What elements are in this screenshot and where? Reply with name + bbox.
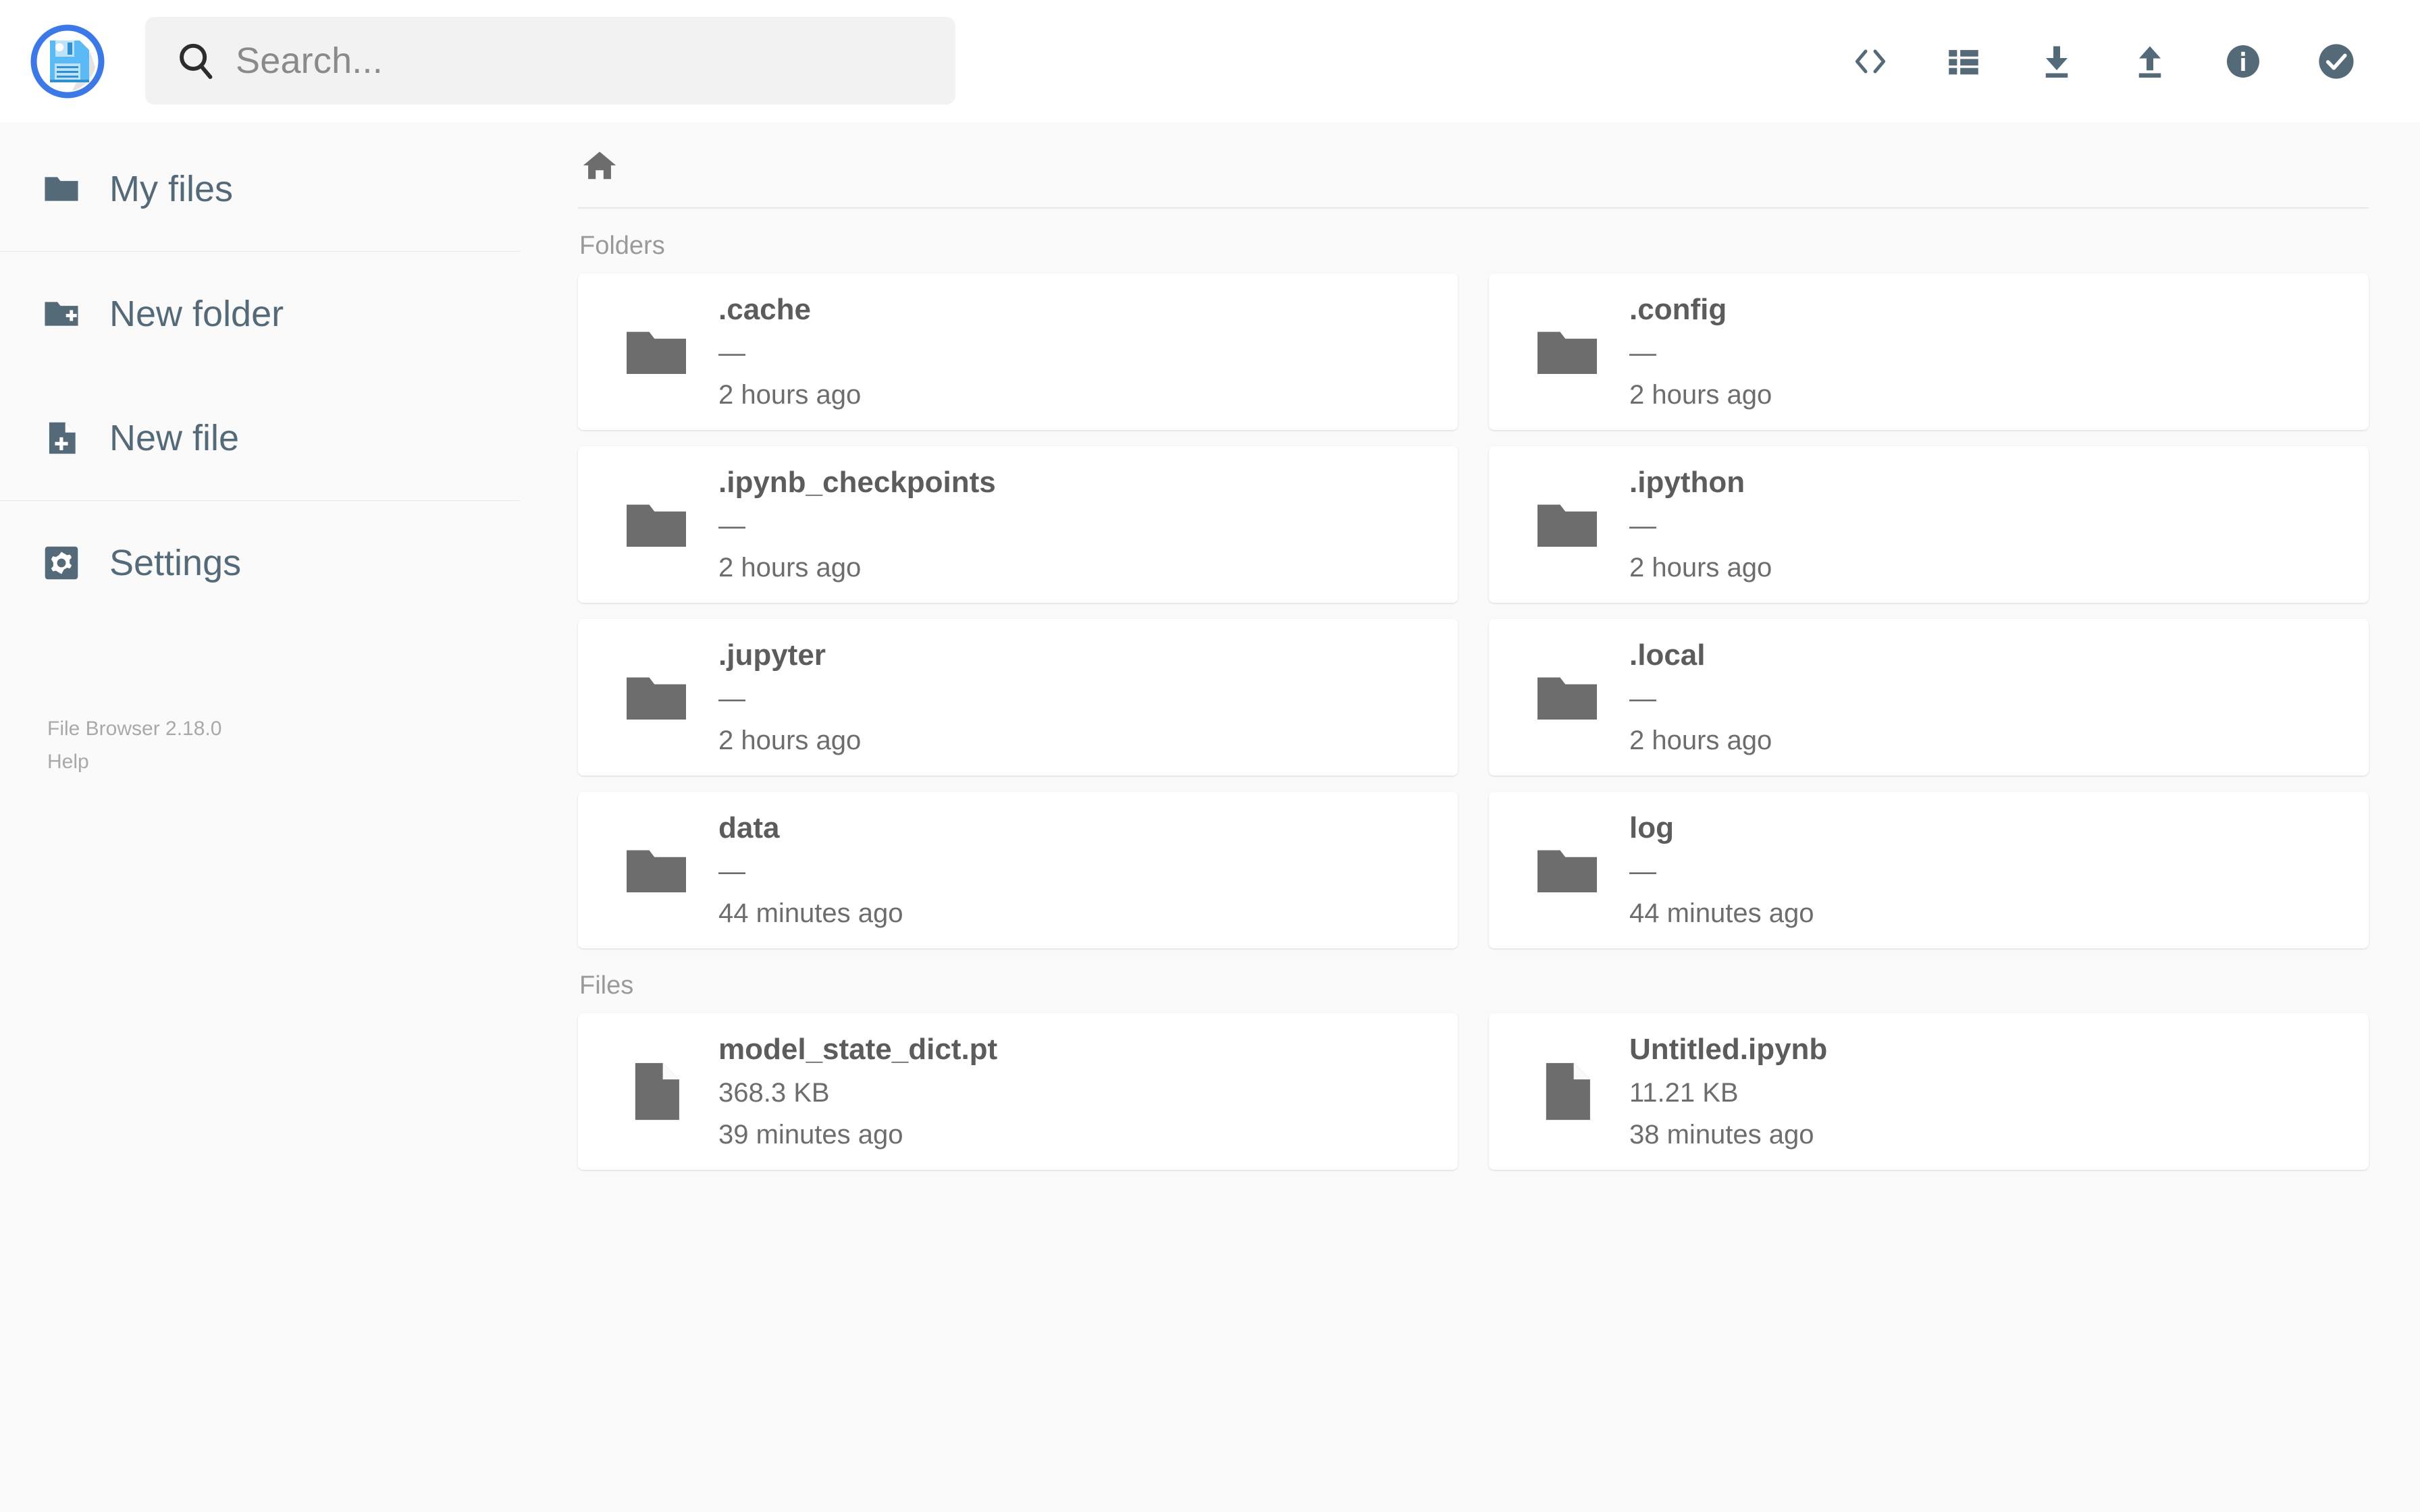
file-name: model_state_dict.pt <box>718 1033 998 1066</box>
folder-icon <box>1527 484 1608 565</box>
folder-card[interactable]: log — 44 minutes ago <box>1489 792 2369 948</box>
header-actions <box>1849 28 2358 95</box>
folder-name: .ipynb_checkpoints <box>718 466 996 499</box>
sidebar-item-new-file[interactable]: New file <box>0 376 520 500</box>
select-multiple-button[interactable] <box>2315 40 2358 83</box>
folder-plus-icon <box>39 292 84 336</box>
folder-size: — <box>718 684 745 713</box>
folder-name: data <box>718 811 780 844</box>
sidebar-item-my-files[interactable]: My files <box>0 127 520 251</box>
file-plus-icon <box>39 416 84 460</box>
floppy-disk-save-icon <box>28 22 107 101</box>
upload-button[interactable] <box>2128 40 2172 83</box>
download-button[interactable] <box>2035 40 2078 83</box>
folders-grid: .cache — 2 hours ago .config — 2 hours a… <box>578 273 2369 948</box>
folder-size: — <box>1629 684 1656 713</box>
sidebar-item-label: My files <box>109 169 234 209</box>
folder-icon <box>616 311 697 392</box>
folder-icon <box>616 484 697 565</box>
folder-name: log <box>1629 811 1674 844</box>
folder-name: .config <box>1629 293 1727 326</box>
sidebar-group-create: New folder New file <box>0 252 520 500</box>
folder-card[interactable]: .jupyter — 2 hours ago <box>578 619 1458 776</box>
file-size: 11.21 KB <box>1629 1078 1739 1108</box>
sidebar-version: File Browser 2.18.0 <box>47 718 222 740</box>
file-time: 39 minutes ago <box>718 1120 903 1150</box>
home-icon[interactable] <box>579 145 620 186</box>
sidebar-group-files: My files <box>0 127 520 251</box>
folder-size: — <box>718 338 745 368</box>
folder-icon <box>616 657 697 738</box>
main-content: Folders .cache — 2 hours ago .config — 2… <box>520 123 2420 1512</box>
folder-card[interactable]: .cache — 2 hours ago <box>578 273 1458 430</box>
folder-size: — <box>1629 511 1656 541</box>
app-header: Search... <box>0 0 2420 123</box>
folder-time: 44 minutes ago <box>718 898 903 928</box>
sidebar-item-label: New file <box>109 418 240 458</box>
folders-section-title: Folders <box>579 232 665 260</box>
folder-card[interactable]: .ipynb_checkpoints — 2 hours ago <box>578 446 1458 603</box>
folder-card[interactable]: .config — 2 hours ago <box>1489 273 2369 430</box>
folder-time: 2 hours ago <box>1629 380 1772 410</box>
file-time: 38 minutes ago <box>1629 1120 1814 1150</box>
folder-time: 2 hours ago <box>1629 726 1772 755</box>
file-size: 368.3 KB <box>718 1078 830 1108</box>
sidebar-help-link[interactable]: Help <box>47 746 89 779</box>
folder-icon <box>39 167 84 211</box>
list-view-icon <box>1944 42 1983 81</box>
folder-name: .local <box>1629 639 1706 672</box>
shell-button[interactable] <box>1849 40 1892 83</box>
search-placeholder: Search... <box>236 40 383 81</box>
folder-time: 2 hours ago <box>718 726 862 755</box>
folder-time: 2 hours ago <box>718 553 862 583</box>
sidebar-group-settings: Settings <box>0 501 520 625</box>
folder-time: 44 minutes ago <box>1629 898 1814 928</box>
search-input[interactable]: Search... <box>145 17 955 105</box>
files-section-title: Files <box>579 971 634 1000</box>
file-icon <box>616 1051 697 1132</box>
file-card[interactable]: model_state_dict.pt 368.3 KB 39 minutes … <box>578 1013 1458 1170</box>
logo-button[interactable] <box>27 21 108 102</box>
folder-size: — <box>718 511 745 541</box>
sidebar: My files New folder New file Settings Fi… <box>0 123 520 1512</box>
folder-card[interactable]: data — 44 minutes ago <box>578 792 1458 948</box>
folder-size: — <box>718 857 745 886</box>
code-brackets-icon <box>1849 40 1891 82</box>
sidebar-footer: File Browser 2.18.0 Help <box>0 713 520 778</box>
folder-icon <box>616 830 697 911</box>
folder-size: — <box>1629 857 1656 886</box>
file-card[interactable]: Untitled.ipynb 11.21 KB 38 minutes ago <box>1489 1013 2369 1170</box>
info-button[interactable] <box>2221 40 2265 83</box>
folder-icon <box>1527 830 1608 911</box>
folder-time: 2 hours ago <box>1629 553 1772 583</box>
folder-card[interactable]: .local — 2 hours ago <box>1489 619 2369 776</box>
breadcrumb <box>578 123 2369 207</box>
sidebar-item-new-folder[interactable]: New folder <box>0 252 520 376</box>
folder-name: .cache <box>718 293 811 326</box>
folder-card[interactable]: .ipython — 2 hours ago <box>1489 446 2369 603</box>
folder-icon <box>1527 657 1608 738</box>
folder-size: — <box>1629 338 1656 368</box>
folder-name: .ipython <box>1629 466 1745 499</box>
switch-view-button[interactable] <box>1942 40 1985 83</box>
upload-icon <box>2130 41 2170 82</box>
download-icon <box>2036 41 2077 82</box>
info-circle-icon <box>2223 41 2263 82</box>
gear-icon <box>39 541 84 585</box>
sidebar-item-settings[interactable]: Settings <box>0 501 520 625</box>
sidebar-item-label: Settings <box>109 543 242 583</box>
folder-icon <box>1527 311 1608 392</box>
folder-time: 2 hours ago <box>718 380 862 410</box>
sidebar-item-label: New folder <box>109 294 284 334</box>
file-name: Untitled.ipynb <box>1629 1033 1828 1066</box>
files-grid: model_state_dict.pt 368.3 KB 39 minutes … <box>578 1013 2369 1170</box>
check-circle-icon <box>2315 40 2357 82</box>
folder-name: .jupyter <box>718 639 826 672</box>
search-icon <box>172 37 219 84</box>
file-icon <box>1527 1051 1608 1132</box>
